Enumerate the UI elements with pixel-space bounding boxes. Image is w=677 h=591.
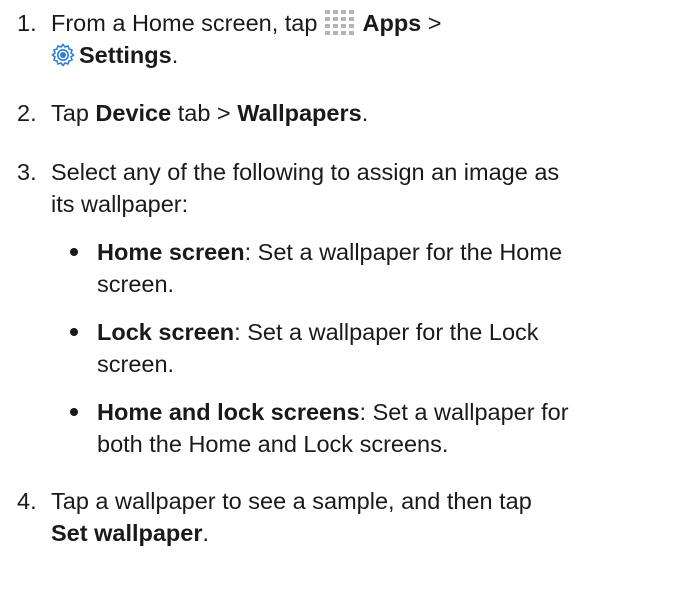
- separator: >: [427, 10, 442, 36]
- apps-label: Apps: [362, 10, 422, 36]
- wallpapers-label: Wallpapers: [237, 100, 362, 126]
- step-4-line1: Tap a wallpaper to see a sample, and the…: [51, 488, 532, 514]
- bullet-desc: : Set a wallpaper for the Lock: [234, 319, 539, 345]
- settings-label: Settings: [79, 42, 172, 68]
- step-4-line2: Set wallpaper.: [51, 518, 209, 548]
- step-number: 4.: [17, 488, 37, 514]
- period: .: [361, 100, 369, 126]
- bullet-home-screen: Home screen: Set a wallpaper for the Hom…: [97, 237, 562, 267]
- step-number: 2.: [17, 100, 37, 126]
- bullet-dot: [70, 328, 78, 336]
- bullet-term: Lock screen: [97, 319, 235, 345]
- bullet-dot: [70, 408, 78, 416]
- step-1-text: From a Home screen, tap Apps >: [51, 8, 442, 38]
- period: .: [171, 42, 179, 68]
- step-3-line2: its wallpaper:: [51, 191, 189, 217]
- set-wallpaper-label: Set wallpaper: [51, 520, 203, 546]
- bullet-desc-line2: both the Home and Lock screens.: [97, 431, 449, 457]
- bullet-term: Home and lock screens: [97, 399, 360, 425]
- step-number: 3.: [17, 159, 37, 185]
- apps-grid-icon: [324, 10, 354, 35]
- bullet-desc-line2: screen.: [97, 351, 175, 377]
- step-1-text-line2: Settings.: [51, 40, 178, 70]
- settings-gear-icon: [51, 43, 75, 67]
- step-text: Tap: [51, 100, 89, 126]
- bullet-desc: : Set a wallpaper for: [359, 399, 569, 425]
- step-text: From a Home screen, tap: [51, 10, 318, 36]
- step-number: 1.: [17, 10, 37, 36]
- bullet-dot: [70, 248, 78, 256]
- step-2-text: Tap Device tab > Wallpapers.: [51, 98, 368, 128]
- step-3-line1: Select any of the following to assign an…: [51, 159, 560, 185]
- bullet-term: Home screen: [97, 239, 245, 265]
- step-text: tab >: [177, 100, 231, 126]
- period: .: [202, 520, 210, 546]
- bullet-lock-screen: Lock screen: Set a wallpaper for the Loc…: [97, 317, 539, 347]
- bullet-desc-line2: screen.: [97, 271, 175, 297]
- device-tab-label: Device: [95, 100, 172, 126]
- bullet-desc: : Set a wallpaper for the Home: [244, 239, 563, 265]
- bullet-home-and-lock-screens: Home and lock screens: Set a wallpaper f…: [97, 397, 569, 427]
